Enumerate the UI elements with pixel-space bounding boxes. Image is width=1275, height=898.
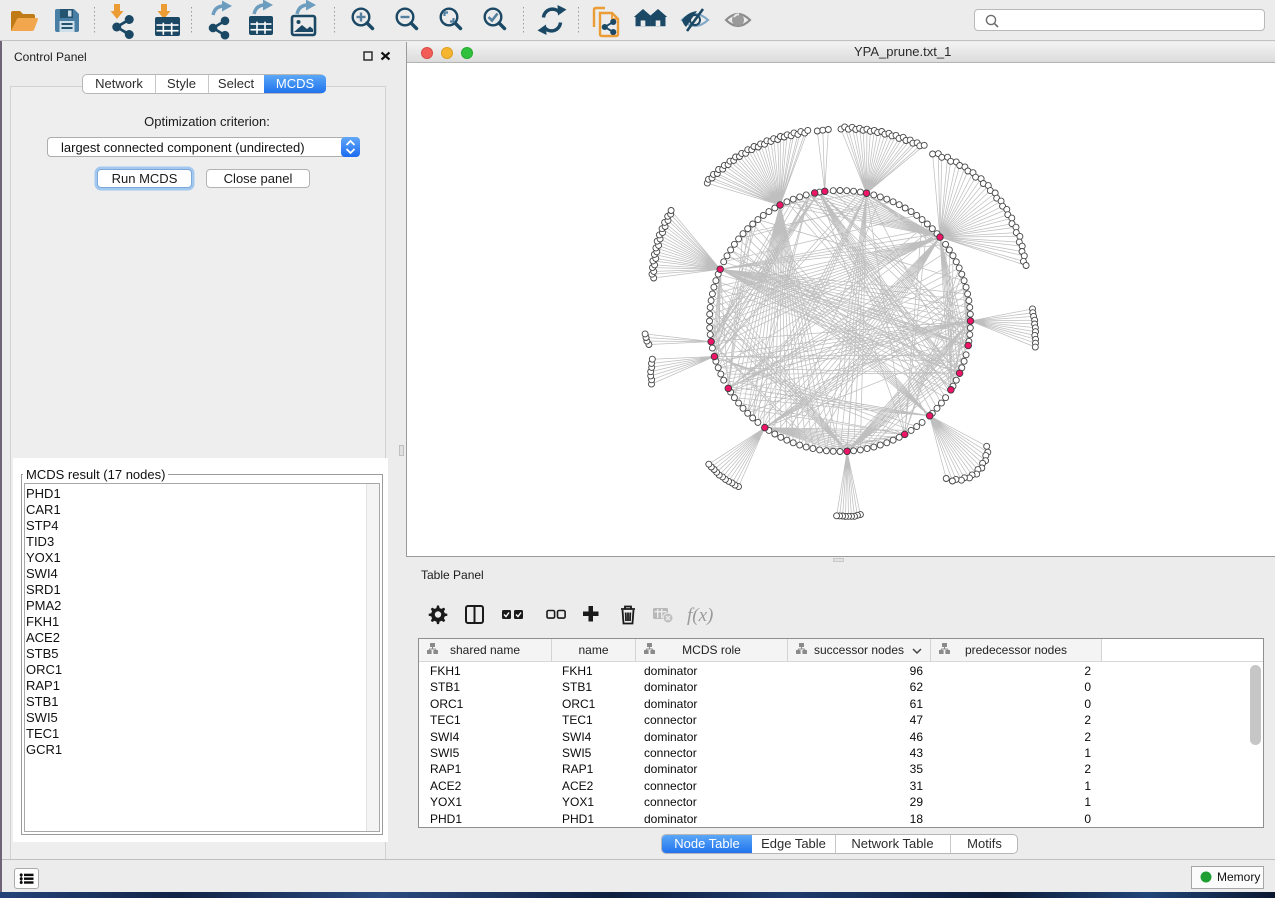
svg-text:f(x): f(x) <box>687 605 713 626</box>
